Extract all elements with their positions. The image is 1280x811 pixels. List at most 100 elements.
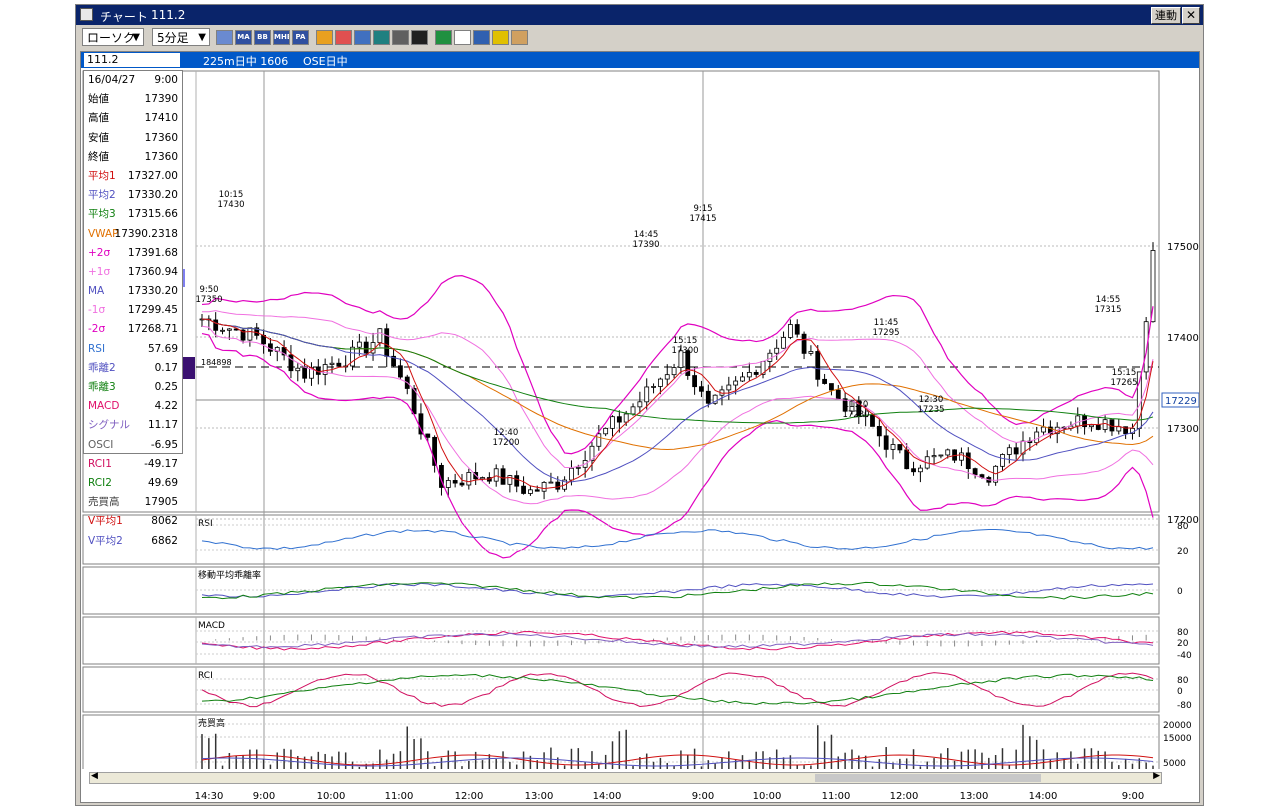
- candle-body: [1006, 447, 1012, 455]
- x-tick-label: 14:00: [1029, 791, 1058, 802]
- data-key: +2σ: [88, 246, 111, 259]
- candle-body: [500, 468, 506, 485]
- candle-body: [808, 351, 814, 354]
- data-row: RCI1 -49.17: [84, 455, 182, 474]
- candle-body: [623, 413, 629, 423]
- zoom-icon[interactable]: [373, 30, 390, 45]
- data-value: 0.25: [154, 381, 178, 393]
- fibo-icon[interactable]: [335, 30, 352, 45]
- macd-line: [201, 630, 1154, 651]
- candle-body: [733, 380, 739, 386]
- interval-select[interactable]: 5分足 ▼: [152, 28, 210, 46]
- annotation-price: 17265: [1110, 378, 1137, 388]
- candle-body: [220, 329, 225, 332]
- candle-body: [534, 489, 540, 492]
- scroll-right-icon[interactable]: ▶: [1153, 771, 1160, 781]
- data-row: 終値 17360: [84, 148, 182, 167]
- ma-icon[interactable]: MA: [235, 30, 252, 45]
- candle-body: [1102, 419, 1108, 430]
- line-tool-icon[interactable]: [316, 30, 333, 45]
- scroll-left-icon[interactable]: ◀: [91, 771, 98, 781]
- data-key: MA: [88, 285, 105, 298]
- subpanel-tick: 80: [1177, 522, 1189, 532]
- horizontal-scrollbar[interactable]: ◀ ▶: [89, 771, 1162, 784]
- print-icon[interactable]: [392, 30, 409, 45]
- candle-body: [295, 367, 301, 372]
- eraser-icon[interactable]: [473, 30, 490, 45]
- data-value: 17268.71: [127, 323, 178, 336]
- data-value: 17330.20: [127, 285, 178, 298]
- data-value: -6.95: [150, 438, 178, 451]
- dashboard-icon[interactable]: [511, 30, 528, 45]
- chart-type-select[interactable]: ローソク ▼: [82, 28, 144, 46]
- candle-body: [692, 375, 698, 388]
- annotation-price: 17430: [217, 200, 244, 210]
- subpanel-label: 売買高: [198, 717, 225, 729]
- candle-body: [781, 337, 786, 349]
- data-value: 0.17: [154, 361, 178, 374]
- candle-body: [466, 472, 472, 486]
- candle-body: [302, 367, 308, 379]
- data-row: -1σ 17299.45: [84, 301, 182, 320]
- candle-body: [705, 390, 711, 404]
- data-key: +1σ: [88, 265, 111, 278]
- link-button[interactable]: 連動: [1151, 7, 1181, 24]
- settings-icon[interactable]: [492, 30, 509, 45]
- candle-body: [794, 324, 800, 335]
- data-value: 17330.20: [127, 189, 178, 202]
- candle-body: [425, 433, 431, 438]
- candle-body: [897, 444, 903, 451]
- data-value: 17315.66: [127, 208, 178, 221]
- candle-body: [630, 406, 636, 415]
- wave-icon[interactable]: [354, 30, 371, 45]
- candle-body: [384, 328, 390, 357]
- candle-body: [363, 341, 369, 354]
- candle-body: [528, 489, 533, 494]
- candle-body: [480, 477, 485, 480]
- candle-body: [514, 475, 520, 487]
- candle-body: [377, 328, 383, 343]
- annotation-price: 17315: [1094, 305, 1121, 315]
- candle-body: [213, 319, 219, 331]
- subpanel-tick: -40: [1177, 651, 1192, 661]
- pen-icon[interactable]: [435, 30, 452, 45]
- candle-body: [445, 480, 451, 488]
- candle-body: [972, 468, 978, 476]
- candle-body: [541, 482, 547, 492]
- code-input[interactable]: 111.2: [84, 53, 180, 67]
- title-bar: チャート 111.2 連動 ✕: [76, 5, 1203, 25]
- interval-value: 5分足: [157, 31, 189, 45]
- x-tick-label: 11:00: [822, 791, 851, 802]
- data-value: 17391.68: [127, 246, 178, 259]
- close-button[interactable]: ✕: [1182, 7, 1200, 24]
- data-key: 16/04/27: [88, 74, 136, 86]
- data-key: 乖離3: [88, 381, 116, 393]
- volume-ma1-line: [201, 754, 1154, 766]
- data-key: 平均2: [88, 189, 116, 202]
- candle-body: [336, 362, 342, 367]
- candle-body: [664, 374, 670, 380]
- data-row: -2σ 17268.71: [84, 320, 182, 339]
- x-tick-label: 13:00: [525, 791, 554, 802]
- candle-body: [938, 454, 944, 457]
- candle-body: [329, 362, 335, 365]
- chevron-down-icon: ▼: [198, 32, 206, 43]
- candle-body: [268, 343, 273, 352]
- annotation-price: 17230: [842, 410, 869, 420]
- scrollbar-thumb[interactable]: [815, 774, 1041, 782]
- chart-type-icon[interactable]: [216, 30, 233, 45]
- data-row: 乖離2 0.17: [84, 359, 182, 378]
- mhe-icon[interactable]: MHE: [273, 30, 290, 45]
- data-key: -1σ: [88, 304, 106, 317]
- pa-icon[interactable]: PA: [292, 30, 309, 45]
- data-key: シグナル: [88, 419, 130, 432]
- bb-icon[interactable]: BB: [254, 30, 271, 45]
- subpanel-tick: 20: [1177, 639, 1189, 649]
- candle-body: [637, 401, 643, 408]
- cross-icon[interactable]: [411, 30, 428, 45]
- reference-label: 184898: [201, 358, 232, 367]
- candle-body: [1089, 424, 1094, 428]
- chart-canvas[interactable]: 17500 17400 17300 17200 184898 17229 10:151743…: [81, 69, 1199, 769]
- data-value: 17905: [144, 496, 178, 509]
- cursor-icon[interactable]: [454, 30, 471, 45]
